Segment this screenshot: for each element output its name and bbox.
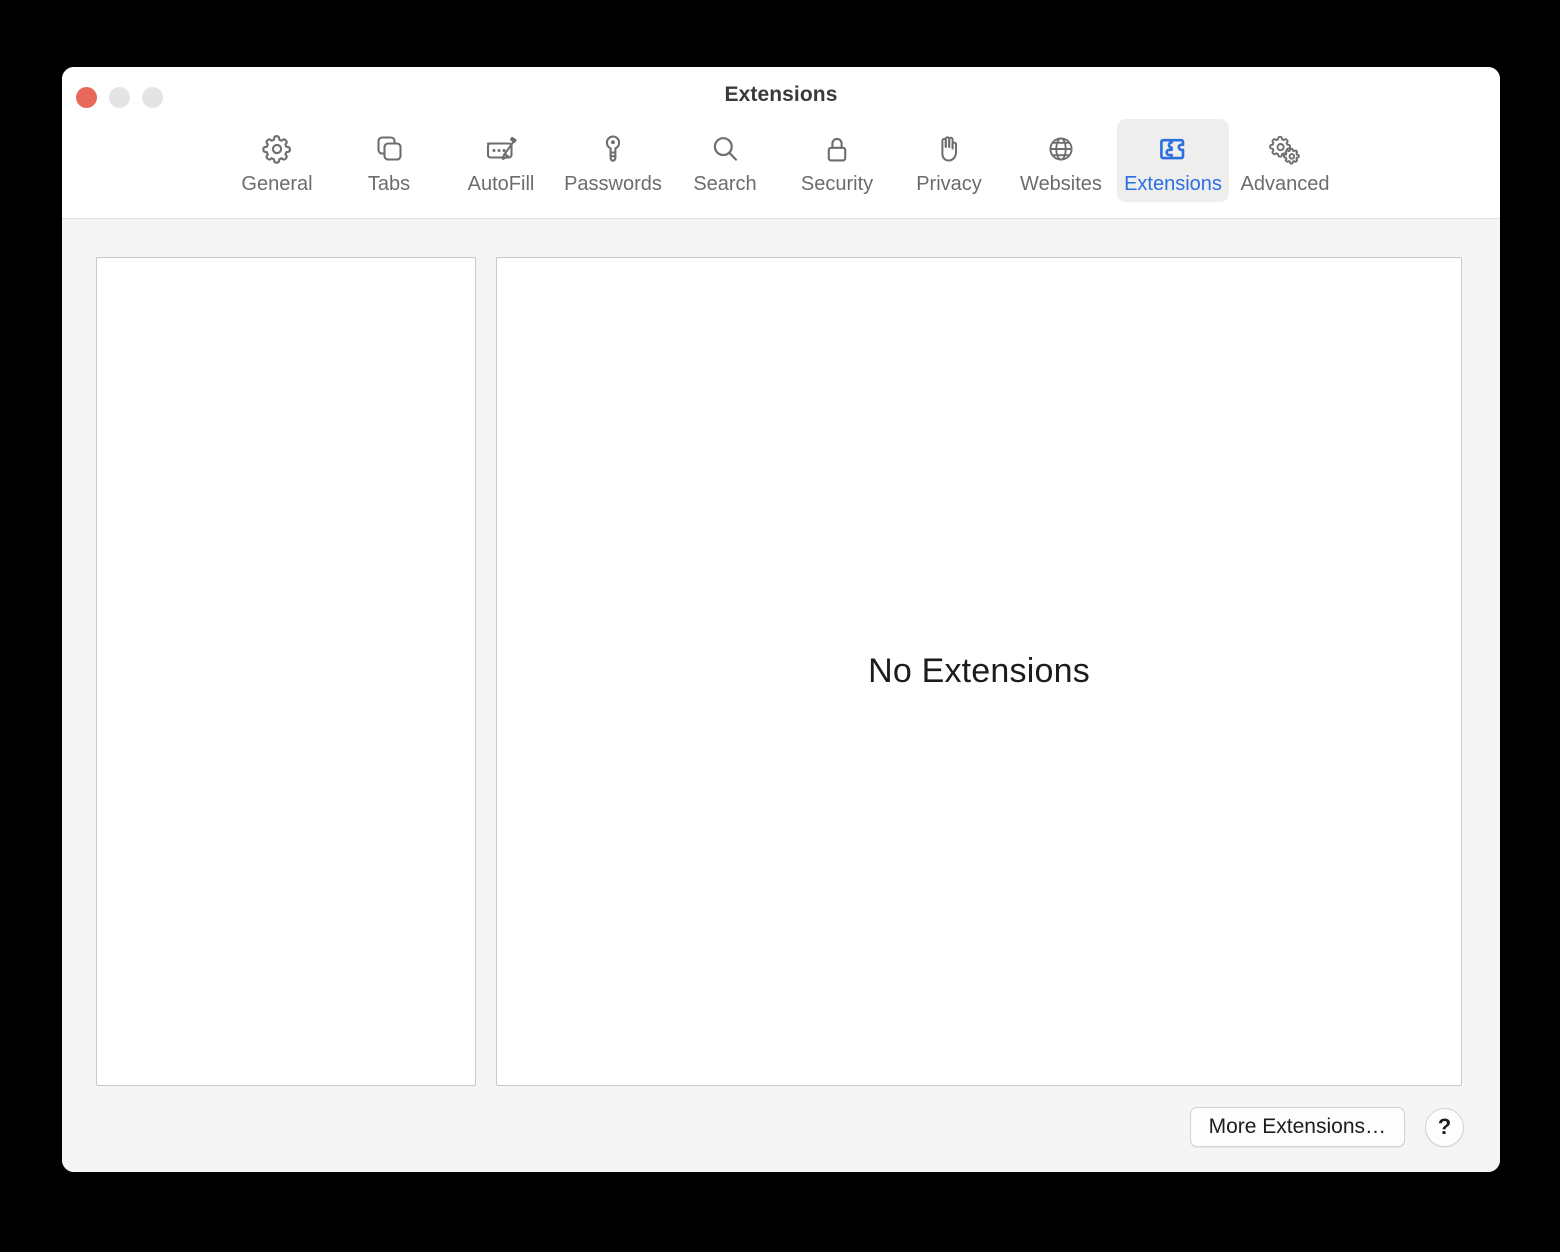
titlebar: Extensions General Tabs AutoFill Passwor… [62, 67, 1500, 219]
tab-tabs[interactable]: Tabs [333, 119, 445, 202]
extension-detail-panel: No Extensions [496, 257, 1462, 1086]
preferences-content: No Extensions More Extensions… ? [62, 219, 1500, 1172]
tab-label: Extensions [1124, 173, 1222, 195]
tab-websites[interactable]: Websites [1005, 119, 1117, 202]
more-extensions-button[interactable]: More Extensions… [1189, 1107, 1405, 1147]
tab-autofill[interactable]: AutoFill [445, 119, 557, 202]
tab-security[interactable]: Security [781, 119, 893, 202]
screen: Extensions General Tabs AutoFill Passwor… [0, 0, 1560, 1252]
tab-general[interactable]: General [221, 119, 333, 202]
double-gears-icon [1263, 127, 1307, 171]
window-title: Extensions [724, 83, 838, 106]
tab-label: Search [693, 173, 757, 195]
tab-label: Passwords [564, 173, 662, 195]
tab-label: AutoFill [467, 173, 535, 195]
tab-label: Advanced [1240, 173, 1330, 195]
puzzle-piece-icon [1152, 127, 1194, 171]
key-icon [593, 127, 633, 171]
tab-label: Privacy [916, 173, 982, 195]
tab-passwords[interactable]: Passwords [557, 119, 669, 202]
tab-label: Websites [1020, 173, 1102, 195]
tab-label: Security [800, 173, 874, 195]
tab-label: Tabs [367, 173, 411, 195]
tab-label: General [241, 173, 313, 195]
hand-icon [929, 127, 969, 171]
tab-privacy[interactable]: Privacy [893, 119, 1005, 202]
magnifier-icon [705, 127, 745, 171]
gear-icon [257, 127, 297, 171]
preferences-toolbar: General Tabs AutoFill Passwords Search S… [62, 119, 1500, 202]
help-button[interactable]: ? [1425, 1107, 1464, 1147]
lock-icon [817, 127, 857, 171]
no-extensions-message: No Extensions [868, 652, 1090, 690]
globe-icon [1041, 127, 1081, 171]
tab-extensions[interactable]: Extensions [1117, 119, 1229, 202]
footer-actions: More Extensions… ? [1189, 1107, 1464, 1147]
tab-search[interactable]: Search [669, 119, 781, 202]
tab-advanced[interactable]: Advanced [1229, 119, 1341, 202]
autofill-pencil-icon [479, 127, 523, 171]
preferences-window: Extensions General Tabs AutoFill Passwor… [62, 67, 1500, 1172]
extensions-list-panel[interactable] [96, 257, 476, 1086]
tabs-icon [369, 127, 409, 171]
